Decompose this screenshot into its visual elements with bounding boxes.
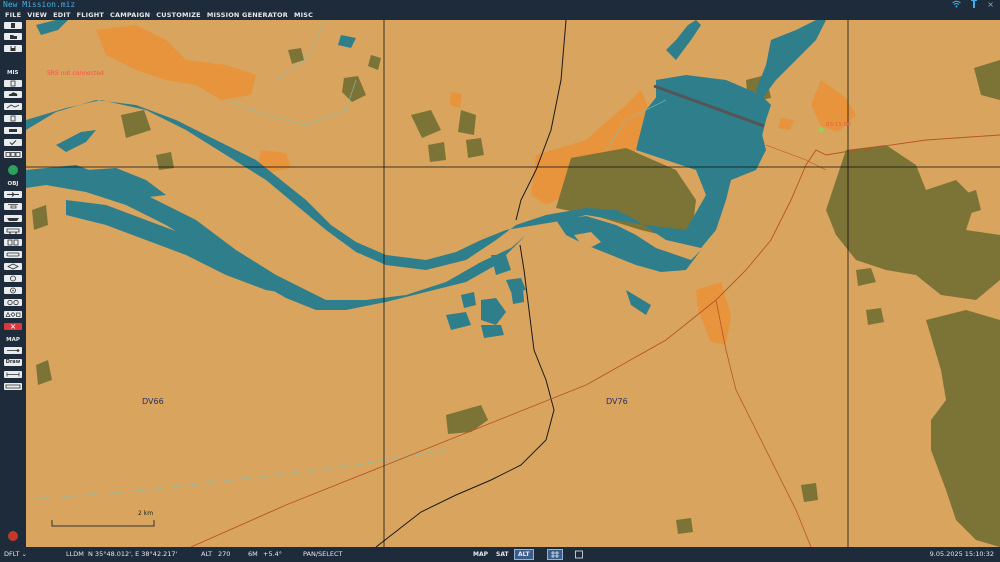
status-bar: DFLT ⌄ LLDM N 35°48.012', E 38°42.217' A…: [0, 547, 1000, 562]
add-ship-button[interactable]: [4, 215, 22, 222]
close-icon[interactable]: ×: [987, 0, 994, 10]
globe-red-icon[interactable]: [8, 531, 18, 541]
tool-sidebar: MIS OBJ MAP Draw: [0, 20, 26, 547]
alt-label: ALT: [201, 550, 213, 558]
wifi-icon[interactable]: [952, 0, 962, 11]
menu-mission-generator[interactable]: MISSION GENERATOR: [207, 10, 288, 20]
add-static-button[interactable]: [4, 239, 22, 246]
add-airplane-button[interactable]: [4, 191, 22, 198]
tape-measure-button[interactable]: [4, 383, 22, 390]
scale-label: 2 km: [138, 510, 154, 517]
fullscreen-icon[interactable]: [573, 550, 585, 559]
profile-selector[interactable]: DFLT ⌄: [4, 547, 27, 562]
title-icons: ×: [952, 0, 994, 10]
add-nav-target-button[interactable]: [4, 287, 22, 294]
map-options-button[interactable]: [4, 347, 22, 354]
globe-green-icon[interactable]: [8, 165, 18, 175]
menu-view[interactable]: VIEW: [27, 10, 47, 20]
weather-button[interactable]: [4, 91, 22, 98]
alt-value: 270: [218, 550, 231, 558]
waypoint-time-label: 03:15:00: [826, 122, 851, 128]
add-train-button[interactable]: [4, 251, 22, 258]
add-vehicle-button[interactable]: [4, 227, 22, 234]
open-mission-button[interactable]: [4, 33, 22, 40]
mode-readout: PAN/SELECT: [303, 550, 343, 558]
triggers-button[interactable]: [4, 127, 22, 134]
delete-button[interactable]: [4, 323, 22, 330]
map-mode-button[interactable]: MAP: [470, 550, 491, 559]
menu-misc[interactable]: MISC: [294, 10, 313, 20]
layers-toggle-icon[interactable]: [547, 549, 563, 560]
menu-customize[interactable]: CUSTOMIZE: [156, 10, 201, 20]
window-title: New Mission.miz: [3, 0, 76, 9]
mission-options-button[interactable]: [4, 80, 22, 87]
add-formation-button[interactable]: [4, 299, 22, 306]
title-bar: New Mission.miz ×: [0, 0, 1000, 10]
srs-status: SRS not connected: [47, 70, 104, 77]
waypoint-marker: [818, 127, 824, 133]
coordinates-readout: N 35°48.012', E 38°42.217': [88, 550, 178, 558]
save-mission-button[interactable]: [4, 45, 22, 52]
grid-label-dv66: DV66: [142, 397, 164, 406]
layers-button[interactable]: [4, 151, 22, 158]
add-trigger-zone-button[interactable]: [4, 275, 22, 282]
map-label: MAP: [6, 337, 20, 343]
add-helicopter-button[interactable]: [4, 203, 22, 210]
terrain-map[interactable]: [26, 20, 1000, 547]
grid-label-dv76: DV76: [606, 397, 628, 406]
chevron-down-icon: ⌄: [21, 550, 27, 558]
add-zone-button[interactable]: [4, 263, 22, 270]
menu-file[interactable]: FILE: [5, 10, 21, 20]
mis-label: MIS: [7, 70, 19, 76]
magvar-label: 6M: [248, 550, 258, 558]
briefing-button[interactable]: [4, 115, 22, 122]
menu-campaign[interactable]: CAMPAIGN: [110, 10, 150, 20]
magvar-value: +5.4°: [263, 550, 283, 558]
ruler-button[interactable]: [4, 371, 22, 378]
route-button[interactable]: [4, 103, 22, 110]
draw-button[interactable]: Draw: [4, 359, 22, 366]
alt-mode-button[interactable]: ALT: [514, 549, 534, 560]
menu-edit[interactable]: EDIT: [53, 10, 71, 20]
map-view[interactable]: SRS not connected DV66 DV76 2 km 03:15:0…: [26, 20, 1000, 547]
new-mission-button[interactable]: [4, 22, 22, 29]
obj-label: OBJ: [7, 181, 19, 187]
coord-system-label[interactable]: LLDM: [66, 547, 84, 562]
sat-mode-button[interactable]: SAT: [493, 550, 512, 559]
add-shapes-button[interactable]: [4, 311, 22, 318]
profile-value: DFLT: [4, 550, 20, 558]
check-button[interactable]: [4, 139, 22, 146]
menu-flight[interactable]: FLIGHT: [77, 10, 104, 20]
menu-bar: FILE VIEW EDIT FLIGHT CAMPAIGN CUSTOMIZE…: [0, 10, 1000, 20]
datetime-readout: 9.05.2025 15:10:32: [929, 550, 994, 558]
